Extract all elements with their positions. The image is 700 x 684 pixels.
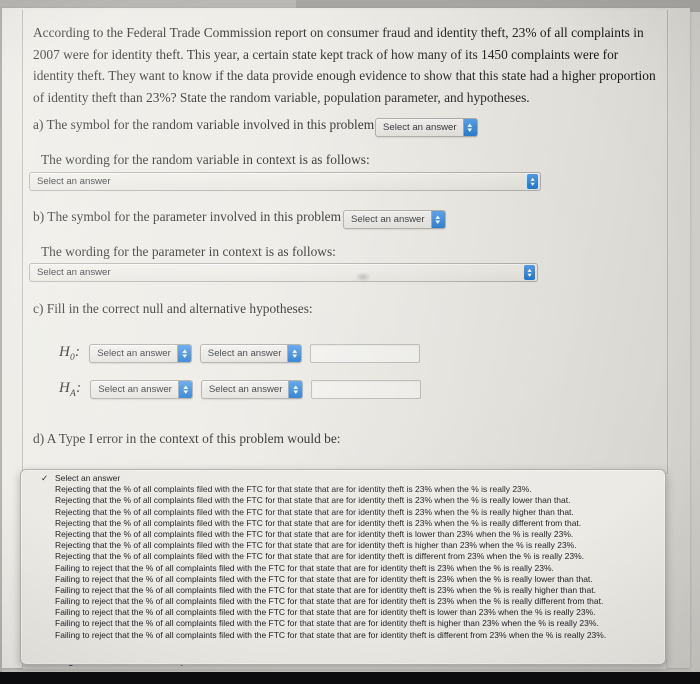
part-a-wording-select-value: Select an answer — [37, 176, 111, 187]
chevron-updown-icon: ▴ ▾ — [176, 345, 191, 362]
chevron-updown-icon: ▴ ▾ — [527, 174, 538, 189]
dropdown-option[interactable]: Rejecting that the % of all complaints f… — [21, 529, 665, 540]
part-b-wording-select[interactable]: Select an answer ▴ ▾ — [29, 263, 538, 282]
dropdown-option[interactable]: Rejecting that the % of all complaints f… — [21, 484, 665, 495]
question-panel: According to the Federal Trade Commissio… — [22, 10, 668, 474]
null-hypothesis-select-1[interactable]: Select an answer ▴ ▾ — [89, 344, 192, 363]
dropdown-option[interactable]: Rejecting that the % of all complaints f… — [21, 518, 665, 529]
screen-photo: According to the Federal Trade Commissio… — [0, 0, 700, 684]
dropdown-option-label: Rejecting that the % of all complaints f… — [55, 495, 571, 506]
part-b-symbol-select[interactable]: Select an answer ▴ ▾ — [343, 210, 446, 229]
alternative-hypothesis-colon: : — [76, 380, 82, 396]
dropdown-option[interactable]: Failing to reject that the % of all comp… — [21, 585, 665, 596]
null-hypothesis-row: H0: Select an answer ▴ ▾ Select an answe… — [59, 344, 421, 363]
alternative-hypothesis-row: HA: Select an answer ▴ ▾ Select an answe… — [59, 380, 422, 399]
null-hypothesis-value-input[interactable] — [310, 344, 421, 363]
null-hypothesis-select-1-value: Select an answer — [97, 348, 171, 359]
chevron-updown-icon: ▴ ▾ — [462, 119, 477, 136]
alternative-hypothesis-symbol: HA: — [59, 380, 81, 399]
chevron-updown-icon: ▴ ▾ — [177, 381, 192, 398]
dropdown-option-label: Rejecting that the % of all complaints f… — [55, 484, 532, 495]
screen-bottom-bezel — [0, 672, 700, 684]
dropdown-option-label: Failing to reject that the % of all comp… — [55, 584, 596, 595]
chevron-down-icon: ▾ — [181, 352, 187, 360]
part-b-label: b) The symbol for the parameter involved… — [33, 209, 354, 224]
null-hypothesis-select-2[interactable]: Select an answer ▴ ▾ — [199, 344, 303, 363]
dropdown-option-label: Rejecting that the % of all complaints f… — [55, 528, 574, 539]
part-b-wording-select-value: Select an answer — [37, 267, 111, 278]
alternative-hypothesis-select-2[interactable]: Select an answer ▴ ▾ — [200, 380, 304, 399]
dropdown-option[interactable]: Rejecting that the % of all complaints f… — [21, 540, 665, 551]
null-hypothesis-letter: H — [59, 344, 71, 360]
dropdown-option-label: Failing to reject that the % of all comp… — [55, 618, 599, 629]
chevron-down-icon: ▾ — [467, 126, 473, 134]
part-c-label: c) Fill in the correct null and alternat… — [33, 301, 313, 316]
chevron-down-icon: ▾ — [182, 388, 188, 396]
chevron-updown-icon: ▴ ▾ — [288, 381, 303, 398]
type-one-error-dropdown-list[interactable]: ✓ Select an answer Rejecting that the % of… — [20, 469, 666, 665]
null-hypothesis-colon: : — [75, 344, 81, 360]
alternative-hypothesis-select-1-value: Select an answer — [98, 384, 172, 395]
alternative-hypothesis-select-2-value: Select an answer — [208, 384, 283, 395]
screen-left-bezel — [0, 8, 2, 672]
dropdown-option-label: Select an answer — [55, 473, 121, 483]
dropdown-option-label: Rejecting that the % of all complaints f… — [55, 506, 574, 517]
dropdown-option-label: Failing to reject that the % of all comp… — [55, 607, 596, 618]
dropdown-option[interactable]: Failing to reject that the % of all comp… — [21, 596, 665, 607]
part-d-label: d) A Type I error in the context of this… — [33, 431, 341, 446]
alternative-hypothesis-letter: H — [59, 380, 71, 396]
part-a-symbol-select[interactable]: Select an answer ▴ ▾ — [375, 118, 478, 137]
dropdown-option[interactable]: Failing to reject that the % of all comp… — [21, 607, 665, 618]
dropdown-option-label: Failing to reject that the % of all comp… — [55, 596, 604, 607]
chevron-down-icon: ▾ — [292, 352, 298, 360]
chevron-down-icon: ▾ — [435, 218, 441, 226]
dropdown-option[interactable]: ✓ Select an answer — [21, 473, 665, 484]
chevron-updown-icon: ▴ ▾ — [287, 345, 302, 362]
chevron-down-icon: ▾ — [293, 388, 299, 396]
part-a-symbol-select-value: Select an answer — [383, 122, 457, 133]
dropdown-option[interactable]: Failing to reject that the % of all comp… — [21, 563, 665, 574]
alternative-hypothesis-select-1[interactable]: Select an answer ▴ ▾ — [90, 380, 193, 399]
dropdown-option-label: Failing to reject that the % of all comp… — [55, 573, 593, 584]
part-b-symbol-select-value: Select an answer — [351, 214, 425, 225]
dropdown-option-label: Failing to reject that the % of all comp… — [55, 629, 607, 640]
part-a-wording-select[interactable]: Select an answer ▴ ▾ — [29, 172, 541, 191]
part-a-label: a) The symbol for the random variable in… — [33, 117, 387, 132]
dropdown-option[interactable]: Rejecting that the % of all complaints f… — [21, 495, 665, 506]
dropdown-option[interactable]: Failing to reject that the % of all comp… — [21, 630, 665, 641]
dropdown-option[interactable]: Failing to reject that the % of all comp… — [21, 574, 665, 585]
part-a-wording-label: The wording for the random variable in c… — [41, 152, 370, 167]
check-icon: ✓ — [41, 473, 49, 483]
chevron-updown-icon: ▴ ▾ — [430, 211, 445, 228]
chevron-updown-icon: ▴ ▾ — [524, 265, 535, 280]
null-hypothesis-symbol: H0: — [59, 344, 80, 363]
dropdown-option[interactable]: Rejecting that the % of all complaints f… — [21, 551, 665, 562]
alternative-hypothesis-value-input[interactable] — [311, 380, 422, 399]
chevron-down-icon: ▾ — [527, 271, 532, 279]
chevron-down-icon: ▾ — [530, 180, 535, 188]
part-b-wording-label: The wording for the parameter in context… — [41, 244, 336, 259]
dropdown-option[interactable]: Failing to reject that the % of all comp… — [21, 618, 665, 629]
null-hypothesis-select-2-value: Select an answer — [207, 348, 282, 359]
dropdown-option-label: Rejecting that the % of all complaints f… — [55, 551, 584, 562]
dropdown-option-label: Failing to reject that the % of all comp… — [55, 562, 554, 573]
dropdown-option-label: Rejecting that the % of all complaints f… — [55, 517, 582, 528]
dropdown-option-label: Rejecting that the % of all complaints f… — [55, 540, 577, 551]
question-prompt-text: According to the Federal Trade Commissio… — [33, 25, 656, 105]
dropdown-option[interactable]: Rejecting that the % of all complaints f… — [21, 507, 665, 518]
